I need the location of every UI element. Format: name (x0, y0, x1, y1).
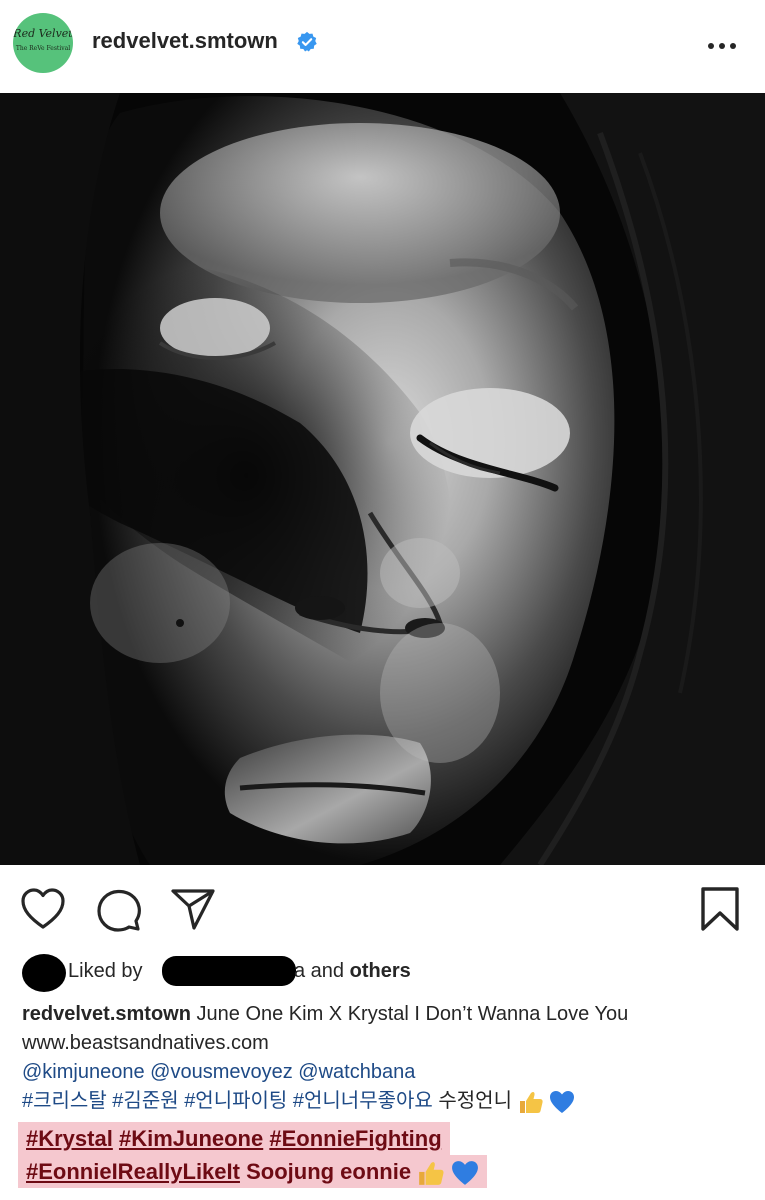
hashtag-link[interactable]: #언니파이팅 (184, 1090, 287, 1112)
caption-url[interactable]: www.beastsandnatives.com (22, 1032, 269, 1054)
liker-avatar[interactable] (22, 954, 66, 992)
hashtag-link[interactable]: #언니너무좋아요 (293, 1090, 433, 1112)
blue-heart-emoji (550, 1090, 575, 1113)
hashtag-link[interactable]: #KimJuneone (119, 1126, 263, 1151)
more-options-button[interactable] (708, 36, 746, 50)
blue-heart-emoji (452, 1161, 479, 1186)
avatar-logo-text: Red Velvet (13, 27, 73, 40)
hashtag-link[interactable]: #김준원 (112, 1090, 178, 1112)
caption-line-3: @kimjuneone @vousmevoyez @watchbana (22, 1058, 752, 1087)
caption-line-1: redvelvet.smtown June One Kim X Krystal … (22, 1000, 752, 1029)
profile-avatar[interactable]: Red Velvet The ReVe Festival (13, 13, 73, 73)
highlight-line-2: #EonnieIReallyLikeIt Soojung eonnie (18, 1155, 488, 1188)
more-dot-icon (719, 43, 725, 49)
others-link[interactable]: others (350, 960, 411, 982)
avatar-logo-subtext: The ReVe Festival (15, 45, 71, 52)
more-dot-icon (730, 43, 736, 49)
comment-icon[interactable] (96, 888, 142, 932)
mention-link[interactable]: @kimjuneone (22, 1061, 145, 1083)
thumbs-up-emoji (519, 1091, 543, 1113)
hashtag-link[interactable]: #EonnieFighting (269, 1126, 441, 1151)
likes-row: Liked by a and others (0, 952, 765, 992)
mention-link[interactable]: @vousmevoyez (150, 1061, 293, 1083)
highlight-tail-text: Soojung eonnie (246, 1159, 412, 1184)
paper-plane-icon[interactable] (170, 888, 216, 930)
more-dot-icon (708, 43, 714, 49)
caption-author[interactable]: redvelvet.smtown (22, 1003, 191, 1025)
portrait-image (0, 93, 765, 865)
liked-by-tail[interactable]: a and others (294, 960, 411, 983)
mention-link[interactable]: @watchbana (298, 1061, 415, 1083)
hashtag-link[interactable]: #크리스탈 (22, 1090, 107, 1112)
highlight-line-1: #Krystal #KimJuneone #EonnieFighting (18, 1122, 450, 1155)
caption-line-2: www.beastsandnatives.com (22, 1029, 752, 1058)
heart-icon[interactable] (20, 888, 66, 930)
hashtag-link[interactable]: #EonnieIReallyLikeIt (26, 1159, 240, 1184)
liked-by-label: Liked by (68, 960, 143, 982)
liked-by-tail-text: a and (294, 960, 345, 982)
post-username[interactable]: redvelvet.smtown (92, 28, 278, 54)
verified-badge-icon (297, 31, 317, 52)
post-header: Red Velvet The ReVe Festival redvelvet.s… (0, 0, 765, 92)
hashtag-link[interactable]: #Krystal (26, 1126, 113, 1151)
post-photo[interactable] (0, 93, 765, 865)
action-bar (0, 866, 765, 946)
caption-line-4: #크리스탈 #김준원 #언니파이팅 #언니너무좋아요 수정언니 (22, 1087, 752, 1116)
caption-text: June One Kim X Krystal I Don’t Wanna Lov… (196, 1003, 629, 1025)
post-caption: redvelvet.smtown June One Kim X Krystal … (22, 1000, 752, 1116)
bookmark-icon[interactable] (700, 886, 740, 932)
caption-tail-text: 수정언니 (438, 1090, 512, 1112)
redacted-username (162, 956, 296, 986)
thumbs-up-emoji (419, 1162, 444, 1186)
